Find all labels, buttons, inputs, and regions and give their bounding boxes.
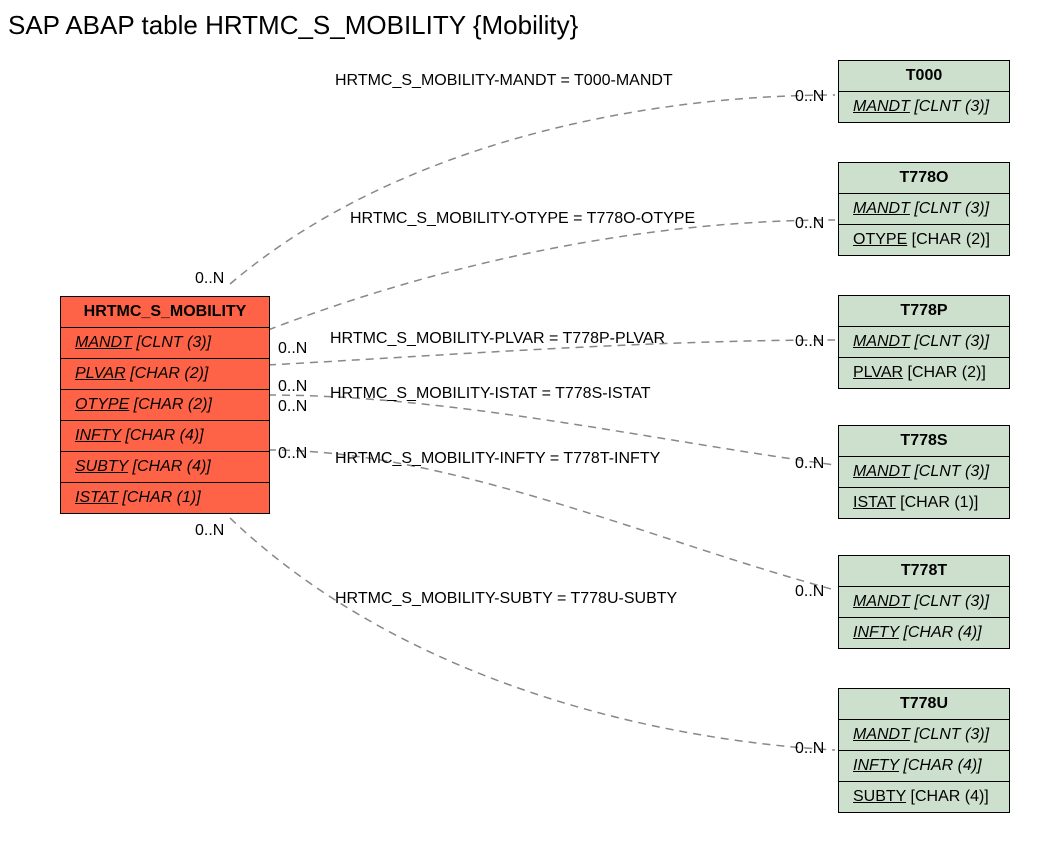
t000-mandt: MANDT [CLNT (3)]: [839, 92, 1009, 122]
field-mandt: MANDT [CLNT (3)]: [61, 328, 269, 359]
t778u-mandt: MANDT [CLNT (3)]: [839, 720, 1009, 751]
edge-label-plvar: HRTMC_S_MOBILITY-PLVAR = T778P-PLVAR: [330, 330, 665, 348]
card-t000: 0..N: [795, 88, 824, 106]
field-infty: INFTY [CHAR (4)]: [61, 421, 269, 452]
diagram-canvas: SAP ABAP table HRTMC_S_MOBILITY {Mobilit…: [0, 0, 1040, 860]
entity-t778o-header: T778O: [839, 163, 1009, 194]
t778p-plvar: PLVAR [CHAR (2)]: [839, 358, 1009, 388]
entity-t000-header: T000: [839, 61, 1009, 92]
card-main-6: 0..N: [195, 522, 224, 540]
field-subty: SUBTY [CHAR (4)]: [61, 452, 269, 483]
entity-t778t-header: T778T: [839, 556, 1009, 587]
entity-t778o: T778O MANDT [CLNT (3)] OTYPE [CHAR (2)]: [838, 162, 1010, 256]
t778o-otype: OTYPE [CHAR (2)]: [839, 225, 1009, 255]
card-main-2: 0..N: [278, 340, 307, 358]
field-otype: OTYPE [CHAR (2)]: [61, 390, 269, 421]
t778t-infty: INFTY [CHAR (4)]: [839, 618, 1009, 648]
card-t778o: 0..N: [795, 215, 824, 233]
edge-label-istat: HRTMC_S_MOBILITY-ISTAT = T778S-ISTAT: [330, 385, 651, 403]
entity-t778u: T778U MANDT [CLNT (3)] INFTY [CHAR (4)] …: [838, 688, 1010, 813]
t778u-infty: INFTY [CHAR (4)]: [839, 751, 1009, 782]
edge-otype: [268, 220, 835, 330]
field-plvar: PLVAR [CHAR (2)]: [61, 359, 269, 390]
edge-mandt: [230, 95, 835, 284]
edge-label-mandt: HRTMC_S_MOBILITY-MANDT = T000-MANDT: [335, 72, 673, 90]
card-t778p: 0..N: [795, 333, 824, 351]
entity-t778s: T778S MANDT [CLNT (3)] ISTAT [CHAR (1)]: [838, 425, 1010, 519]
card-main-5: 0..N: [278, 445, 307, 463]
edge-label-otype: HRTMC_S_MOBILITY-OTYPE = T778O-OTYPE: [350, 210, 695, 228]
card-main-3: 0..N: [278, 378, 307, 396]
entity-t778s-header: T778S: [839, 426, 1009, 457]
entity-hrtmc-s-mobility: HRTMC_S_MOBILITY MANDT [CLNT (3)] PLVAR …: [60, 296, 270, 514]
card-main-4: 0..N: [278, 398, 307, 416]
card-t778u: 0..N: [795, 740, 824, 758]
field-istat: ISTAT [CHAR (1)]: [61, 483, 269, 513]
t778t-mandt: MANDT [CLNT (3)]: [839, 587, 1009, 618]
entity-main-header: HRTMC_S_MOBILITY: [61, 297, 269, 328]
card-t778t: 0..N: [795, 583, 824, 601]
t778s-istat: ISTAT [CHAR (1)]: [839, 488, 1009, 518]
entity-t778p: T778P MANDT [CLNT (3)] PLVAR [CHAR (2)]: [838, 295, 1010, 389]
entity-t000: T000 MANDT [CLNT (3)]: [838, 60, 1010, 123]
card-main-1: 0..N: [195, 270, 224, 288]
t778u-subty: SUBTY [CHAR (4)]: [839, 782, 1009, 812]
t778o-mandt: MANDT [CLNT (3)]: [839, 194, 1009, 225]
t778s-mandt: MANDT [CLNT (3)]: [839, 457, 1009, 488]
t778p-mandt: MANDT [CLNT (3)]: [839, 327, 1009, 358]
entity-t778u-header: T778U: [839, 689, 1009, 720]
entity-t778t: T778T MANDT [CLNT (3)] INFTY [CHAR (4)]: [838, 555, 1010, 649]
edge-subty: [230, 518, 835, 750]
edge-infty: [268, 450, 835, 590]
edge-label-subty: HRTMC_S_MOBILITY-SUBTY = T778U-SUBTY: [335, 590, 677, 608]
card-t778s: 0..N: [795, 455, 824, 473]
entity-t778p-header: T778P: [839, 296, 1009, 327]
edge-label-infty: HRTMC_S_MOBILITY-INFTY = T778T-INFTY: [335, 450, 660, 468]
